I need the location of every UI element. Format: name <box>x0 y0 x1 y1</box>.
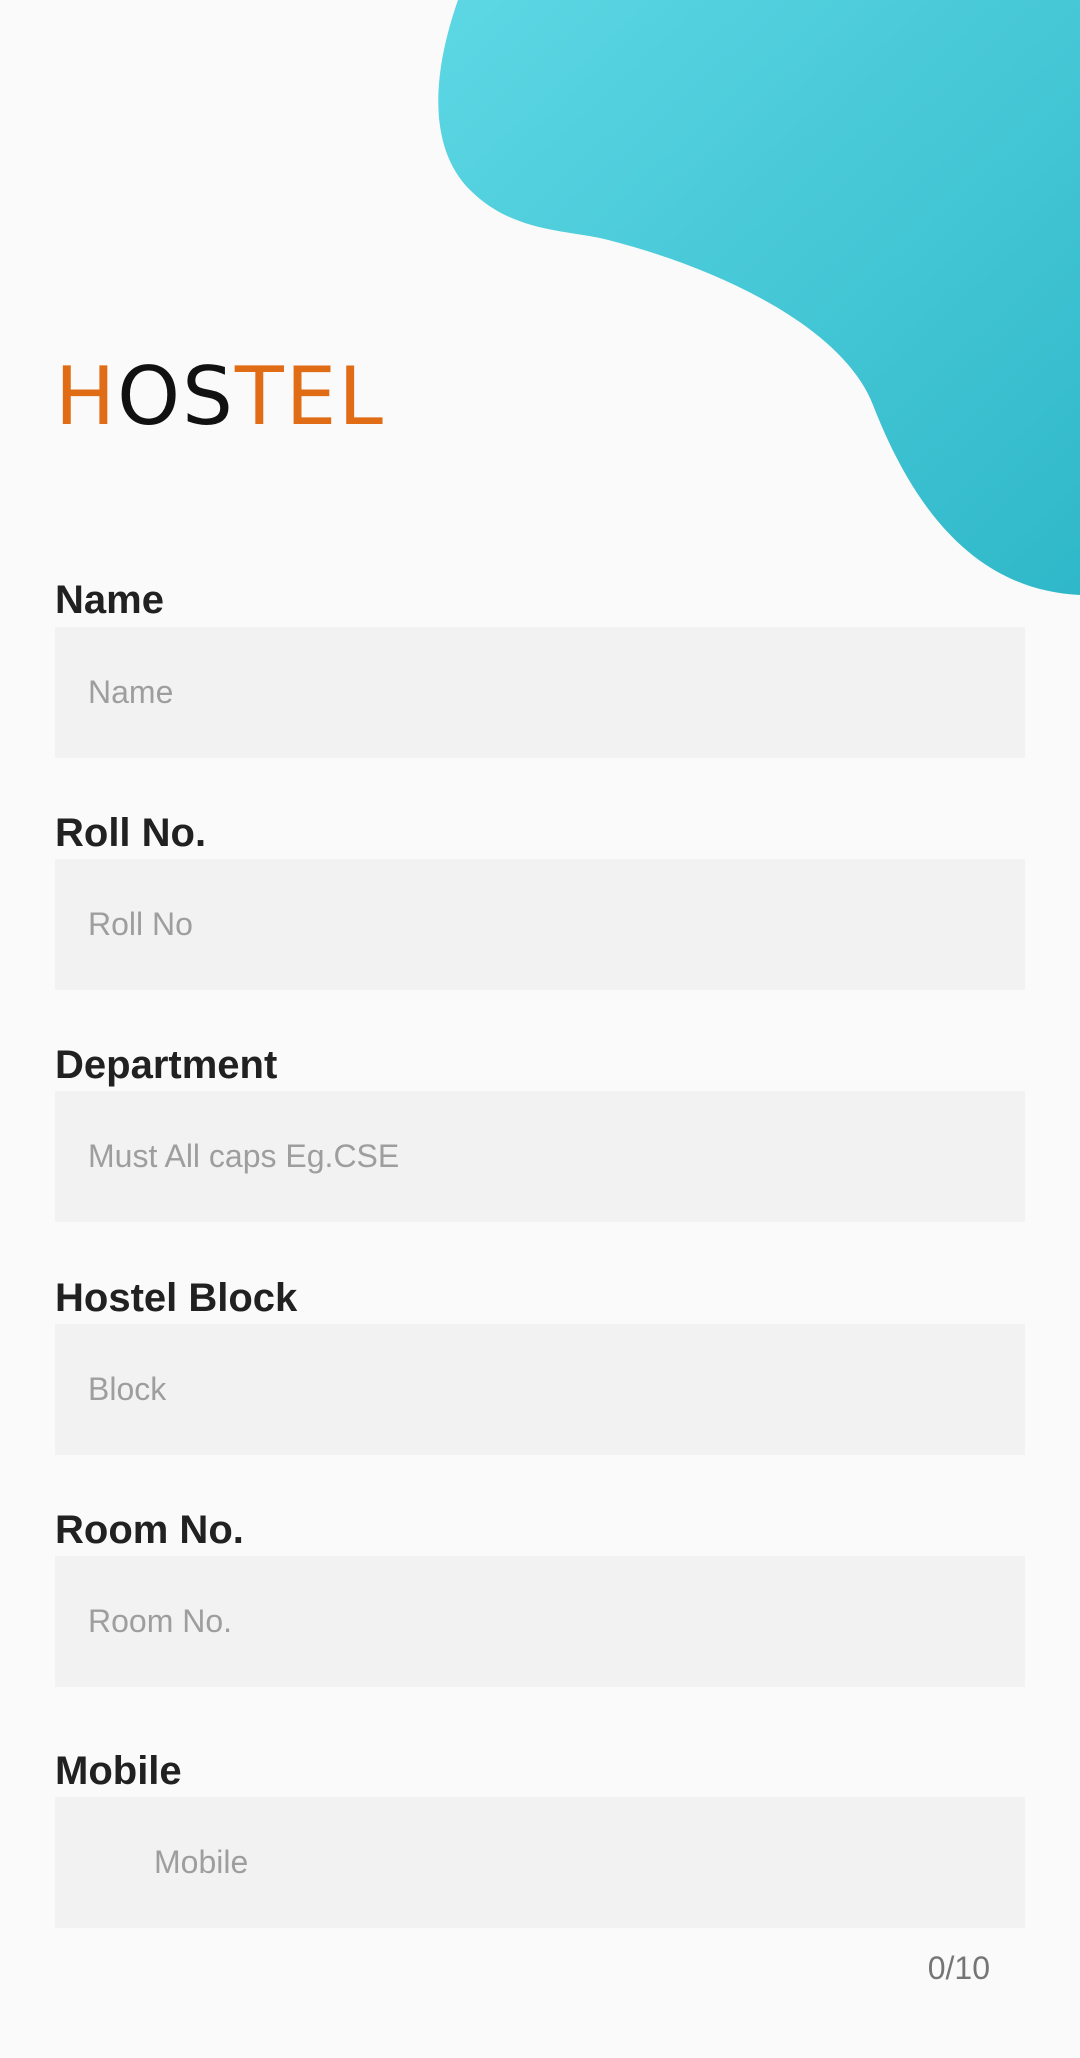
hostel-logo: H O S T E L <box>55 352 385 442</box>
department-label: Department <box>55 1043 278 1087</box>
roll-no-input[interactable] <box>55 859 1025 990</box>
hostel-block-label: Hostel Block <box>55 1276 298 1320</box>
logo-letter: E <box>285 350 339 443</box>
logo-letter: T <box>234 350 286 443</box>
decorative-blob <box>438 0 1080 595</box>
name-label: Name <box>55 578 164 622</box>
logo-letter: H <box>55 350 118 443</box>
logo-letter: O <box>117 350 183 443</box>
mobile-char-counter: 0/10 <box>927 1950 990 1986</box>
roll-no-label: Roll No. <box>55 811 207 855</box>
department-input[interactable] <box>55 1091 1025 1222</box>
logo-letter: S <box>182 350 235 443</box>
room-no-label: Room No. <box>55 1508 244 1552</box>
hostel-block-input[interactable] <box>55 1324 1025 1455</box>
name-input[interactable] <box>55 627 1025 758</box>
mobile-input[interactable] <box>55 1797 1025 1928</box>
room-no-input[interactable] <box>55 1556 1025 1687</box>
mobile-label: Mobile <box>55 1749 182 1793</box>
logo-letter: L <box>338 350 385 443</box>
